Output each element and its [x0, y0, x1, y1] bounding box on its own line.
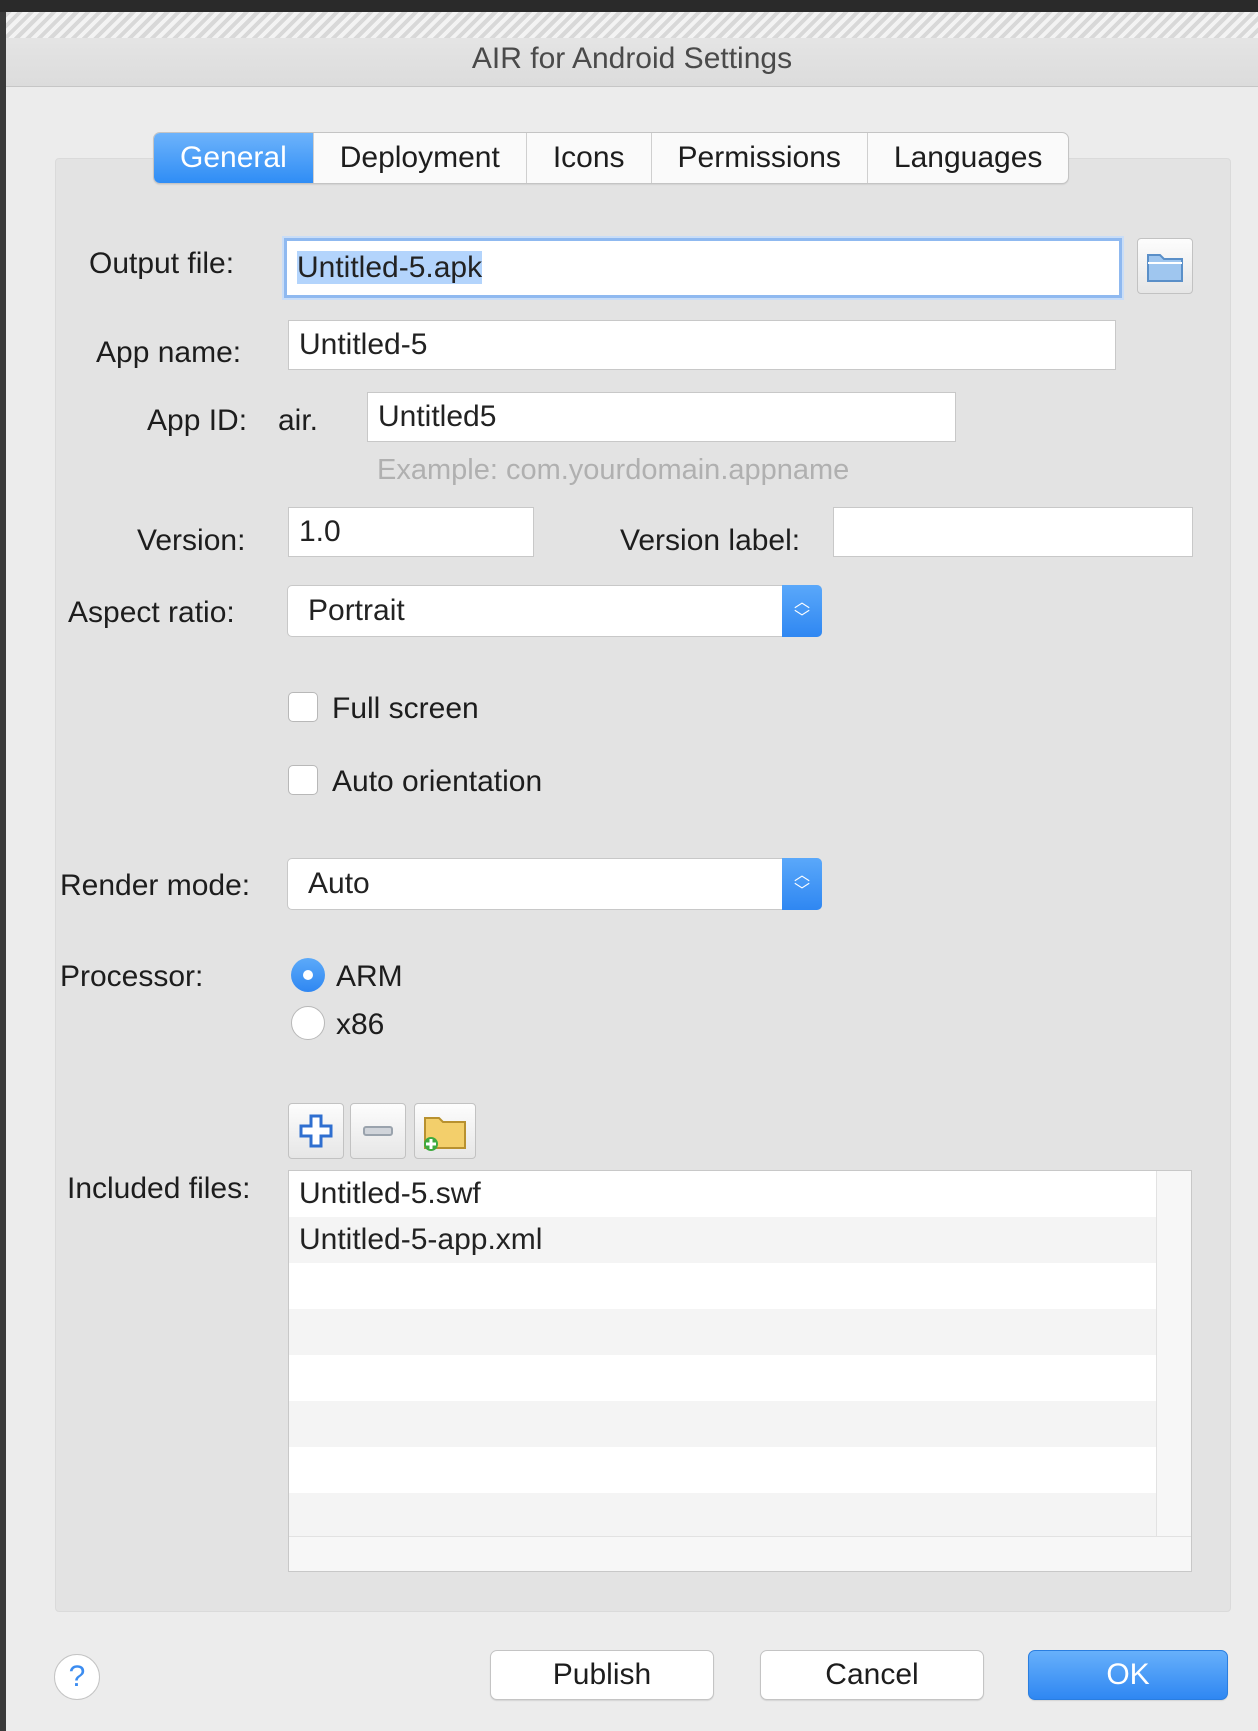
aspect-ratio-label: Aspect ratio: — [68, 596, 235, 629]
app-id-input[interactable]: Untitled5 — [367, 392, 956, 442]
title-bar-grip — [6, 12, 1258, 38]
list-item[interactable]: Untitled-5.swf — [289, 1171, 1157, 1217]
processor-x86-label[interactable]: x86 — [336, 1008, 384, 1042]
included-files-label: Included files: — [67, 1172, 251, 1205]
app-id-prefix: air. — [278, 404, 319, 437]
select-arrows-icon: ︿ ﹀ — [782, 858, 822, 910]
full-screen-checkbox[interactable] — [288, 692, 318, 722]
list-item-empty — [289, 1309, 1157, 1355]
included-files-list[interactable]: Untitled-5.swf Untitled-5-app.xml — [288, 1170, 1192, 1572]
version-label-label: Version label: — [620, 524, 801, 557]
window-title: AIR for Android Settings — [471, 42, 793, 75]
app-id-label: App ID: — [147, 404, 248, 437]
help-icon: ? — [68, 1660, 86, 1693]
output-file-value: Untitled-5.apk — [297, 251, 483, 284]
cancel-button[interactable]: Cancel — [760, 1650, 984, 1700]
browse-output-button[interactable] — [1137, 238, 1193, 294]
app-id-example-hint: Example: com.yourdomain.appname — [377, 454, 850, 486]
tab-general[interactable]: General — [154, 133, 314, 183]
app-name-label: App name: — [96, 336, 242, 369]
list-item-empty — [289, 1447, 1157, 1493]
aspect-ratio-value: Portrait — [308, 594, 405, 627]
tab-icons[interactable]: Icons — [527, 133, 652, 183]
remove-file-button[interactable] — [350, 1103, 406, 1159]
select-arrows-icon: ︿ ﹀ — [782, 585, 822, 637]
list-item[interactable]: Untitled-5-app.xml — [289, 1217, 1157, 1263]
app-name-input[interactable]: Untitled-5 — [288, 320, 1116, 370]
version-label-input[interactable] — [833, 507, 1193, 557]
add-folder-icon — [424, 1117, 466, 1151]
version-label: Version: — [137, 524, 246, 557]
render-mode-label: Render mode: — [60, 869, 251, 902]
help-button[interactable]: ? — [54, 1654, 100, 1700]
output-file-label: Output file: — [89, 247, 235, 280]
auto-orientation-checkbox[interactable] — [288, 765, 318, 795]
vertical-scrollbar[interactable] — [1156, 1171, 1191, 1539]
folder-icon — [1147, 254, 1183, 282]
plus-icon — [299, 1114, 333, 1148]
render-mode-select[interactable]: Auto ︿ ﹀ — [287, 858, 822, 910]
aspect-ratio-select[interactable]: Portrait ︿ ﹀ — [287, 585, 822, 637]
screen-left-edge — [0, 12, 6, 1731]
version-input[interactable]: 1.0 — [288, 507, 534, 557]
tab-languages[interactable]: Languages — [868, 133, 1068, 183]
processor-label: Processor: — [60, 960, 204, 993]
add-folder-button[interactable] — [414, 1103, 476, 1159]
full-screen-label[interactable]: Full screen — [332, 692, 479, 726]
ok-button[interactable]: OK — [1028, 1650, 1228, 1700]
processor-x86-radio[interactable] — [291, 1006, 325, 1040]
tab-bar: General Deployment Icons Permissions Lan… — [153, 132, 1070, 184]
output-file-input[interactable]: Untitled-5.apk — [284, 238, 1122, 298]
list-item-empty — [289, 1493, 1157, 1539]
processor-arm-label[interactable]: ARM — [336, 960, 403, 994]
auto-orientation-label[interactable]: Auto orientation — [332, 765, 542, 799]
tab-permissions[interactable]: Permissions — [652, 133, 868, 183]
tab-deployment[interactable]: Deployment — [314, 133, 527, 183]
file-list-rows: Untitled-5.swf Untitled-5-app.xml — [289, 1171, 1157, 1539]
add-file-button[interactable] — [288, 1103, 344, 1159]
title-bar[interactable]: AIR for Android Settings — [6, 12, 1258, 87]
list-item-empty — [289, 1355, 1157, 1401]
screen-top-edge — [0, 0, 1258, 12]
processor-arm-radio[interactable] — [291, 958, 325, 992]
minus-icon — [363, 1126, 393, 1136]
horizontal-scrollbar[interactable] — [289, 1536, 1191, 1571]
list-item-empty — [289, 1263, 1157, 1309]
publish-button[interactable]: Publish — [490, 1650, 714, 1700]
render-mode-value: Auto — [308, 867, 370, 900]
list-item-empty — [289, 1401, 1157, 1447]
